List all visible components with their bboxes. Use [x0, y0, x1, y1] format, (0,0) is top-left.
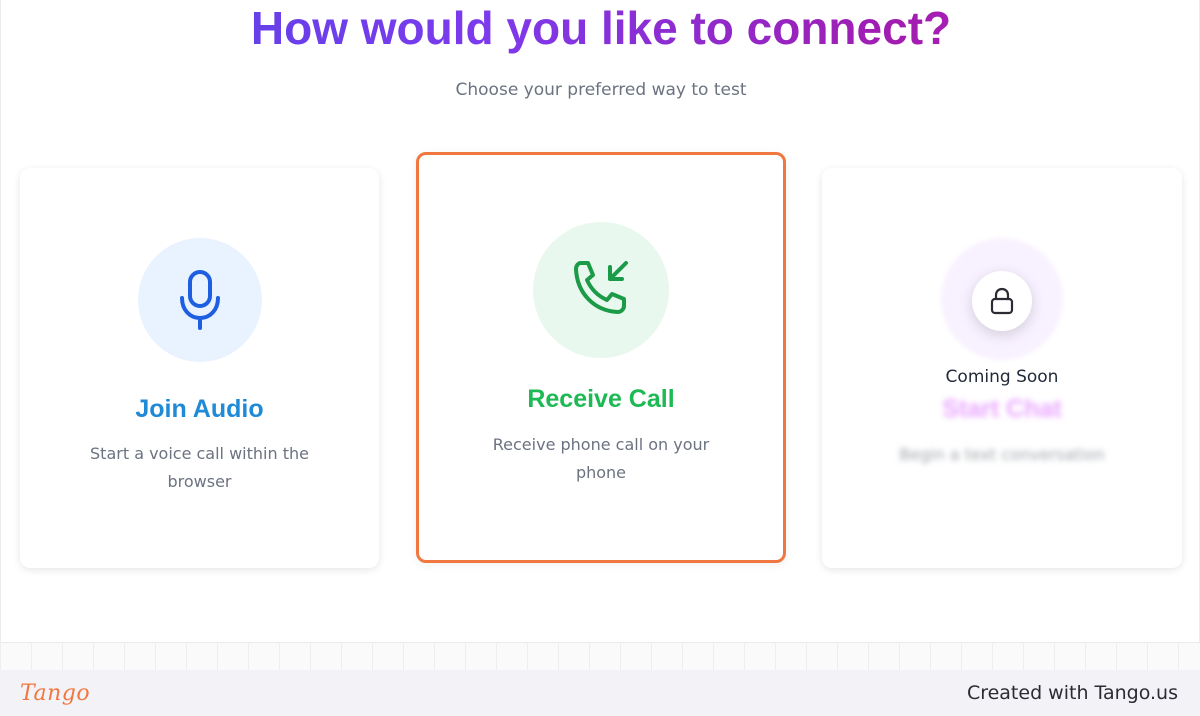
start-chat-description: Begin a text conversation [899, 445, 1105, 464]
join-audio-title: Join Audio [135, 395, 264, 423]
start-chat-card: Coming Soon Start Chat Begin a text conv… [822, 168, 1182, 568]
receive-call-title: Receive Call [527, 385, 675, 413]
microphone-icon [138, 238, 262, 362]
receive-call-description: Receive phone call on your phone [492, 435, 710, 482]
tango-footer: Tango Created with Tango.us [0, 670, 1200, 716]
background-grid [0, 642, 1200, 670]
receive-call-card[interactable]: Receive Call Receive phone call on your … [416, 152, 786, 563]
tango-logo: Tango [20, 680, 91, 706]
page-title: How would you like to connect? [1, 0, 1200, 56]
start-chat-title: Start Chat [942, 395, 1062, 423]
connect-page: How would you like to connect? Choose yo… [0, 0, 1200, 642]
join-audio-card[interactable]: Join Audio Start a voice call within the… [20, 168, 379, 568]
lock-icon [972, 271, 1032, 331]
created-with-text: Created with Tango.us [966, 682, 1178, 704]
coming-soon-badge: Coming Soon [945, 367, 1059, 387]
phone-incoming-icon [533, 222, 669, 358]
page-subtitle: Choose your preferred way to test [455, 80, 747, 100]
join-audio-description: Start a voice call within the browser [90, 444, 309, 491]
